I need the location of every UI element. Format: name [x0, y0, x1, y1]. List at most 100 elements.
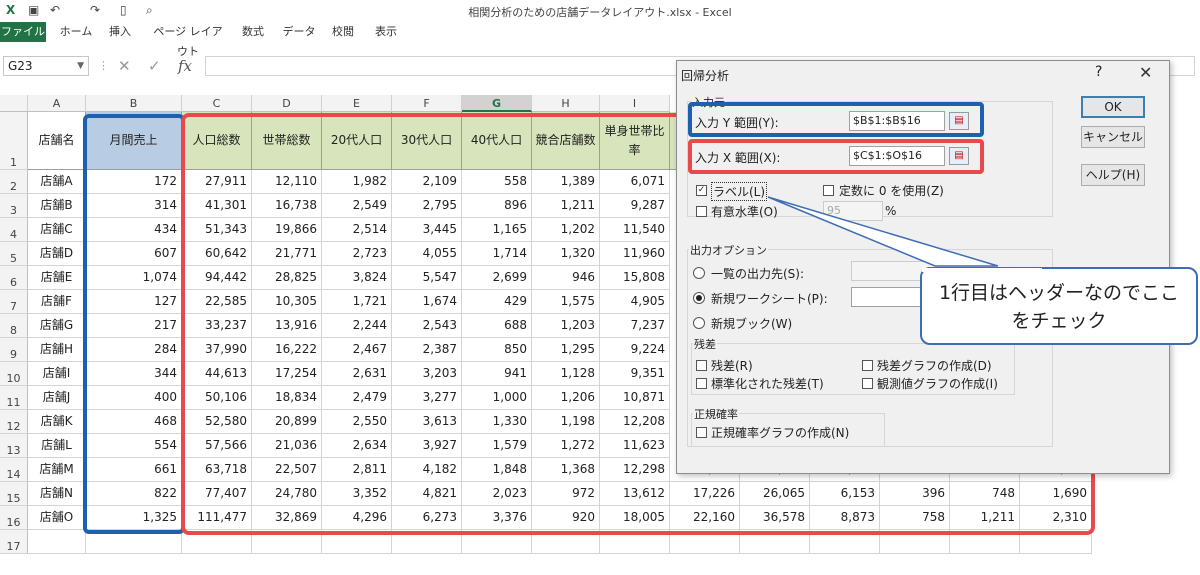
- row-header-10[interactable]: 10: [0, 362, 28, 386]
- std-residuals-label[interactable]: 標準化された残差(T): [711, 375, 824, 392]
- tab-view[interactable]: 表示: [372, 22, 400, 42]
- store-name-cell[interactable]: 店舗I: [28, 362, 86, 386]
- std-residuals-checkbox[interactable]: [696, 378, 707, 389]
- row-header-9[interactable]: 9: [0, 338, 28, 362]
- callout-seam: [922, 268, 1042, 272]
- cancel-entry-icon[interactable]: ✕: [118, 56, 131, 76]
- y-range-highlight: [83, 114, 185, 534]
- store-name-cell[interactable]: 店舗N: [28, 482, 86, 506]
- row-header-17[interactable]: 17: [0, 530, 28, 554]
- column-header-a[interactable]: A: [28, 95, 86, 112]
- labels-checkbox[interactable]: ✓: [696, 185, 707, 196]
- tab-review[interactable]: 校閲: [330, 22, 356, 42]
- store-name-cell[interactable]: 店舗J: [28, 386, 86, 410]
- store-name-cell[interactable]: 店舗B: [28, 194, 86, 218]
- row-header-5[interactable]: 5: [0, 242, 28, 266]
- tab-home[interactable]: ホーム: [56, 22, 96, 42]
- chevron-down-icon[interactable]: ▼: [77, 57, 84, 75]
- callout-note: 1行目はヘッダーなのでここ をチェック: [920, 267, 1198, 345]
- store-name-cell[interactable]: 店舗A: [28, 170, 86, 194]
- residuals-label[interactable]: 残差(R): [711, 357, 753, 374]
- store-name-cell[interactable]: 店舗D: [28, 242, 86, 266]
- percent-label: %: [885, 204, 897, 218]
- help-icon[interactable]: ?: [1095, 64, 1102, 80]
- column-header-b[interactable]: B: [86, 95, 182, 112]
- normal-prob-group-label: 正規確率: [693, 406, 739, 422]
- row-header-2[interactable]: 2: [0, 170, 28, 194]
- store-name-cell[interactable]: 店舗O: [28, 506, 86, 530]
- normal-plot-label[interactable]: 正規確率グラフの作成(N): [711, 424, 849, 441]
- row-header-13[interactable]: 13: [0, 434, 28, 458]
- residual-plot-checkbox[interactable]: [862, 360, 873, 371]
- store-name-cell[interactable]: 店舗H: [28, 338, 86, 362]
- name-box[interactable]: G23 ▼: [3, 56, 89, 76]
- new-book-radio[interactable]: [693, 317, 705, 329]
- new-sheet-radio[interactable]: [693, 292, 705, 304]
- column-header-d[interactable]: D: [252, 95, 322, 112]
- output-range-radio[interactable]: [693, 267, 705, 279]
- row-header-7[interactable]: 7: [0, 290, 28, 314]
- residuals-checkbox[interactable]: [696, 360, 707, 371]
- tab-formulas[interactable]: 数式: [238, 22, 268, 42]
- tab-data[interactable]: データ: [282, 22, 316, 42]
- empty-cell[interactable]: [28, 530, 86, 554]
- title-bar: X ▣ ↶ ↷ ▯ ⌕ 相関分析のための店舗データレイアウト.xlsx - Ex…: [0, 0, 1200, 22]
- row-header-11[interactable]: 11: [0, 386, 28, 410]
- store-name-cell[interactable]: 店舗F: [28, 290, 86, 314]
- close-icon[interactable]: ✕: [1139, 63, 1152, 82]
- x-range-annotation: [688, 139, 984, 174]
- column-header-c[interactable]: C: [182, 95, 252, 112]
- confidence-input[interactable]: 95: [823, 201, 883, 221]
- select-all-corner[interactable]: [0, 95, 28, 112]
- ok-button[interactable]: OK: [1081, 96, 1145, 118]
- column-header-i[interactable]: I: [600, 95, 670, 112]
- window-title: 相関分析のための店舗データレイアウト.xlsx - Excel: [468, 6, 732, 19]
- store-name-cell[interactable]: 店舗M: [28, 458, 86, 482]
- new-book-label[interactable]: 新規ブック(W): [711, 315, 792, 332]
- labels-checkbox-label[interactable]: ラベル(L): [711, 182, 768, 201]
- store-name-cell[interactable]: 店舗K: [28, 410, 86, 434]
- row-header-12[interactable]: 12: [0, 410, 28, 434]
- output-group-label: 出力オプション: [689, 242, 768, 258]
- insert-function-icon[interactable]: fx: [178, 56, 192, 76]
- tab-file[interactable]: ファイル: [0, 22, 46, 42]
- more-icon: ⋮: [98, 59, 109, 72]
- store-name-cell[interactable]: 店舗E: [28, 266, 86, 290]
- header-cell[interactable]: 店舗名: [28, 112, 86, 170]
- column-header-f[interactable]: F: [392, 95, 462, 112]
- normal-plot-checkbox[interactable]: [696, 427, 707, 438]
- tab-page-layout[interactable]: ページ レイアウト: [148, 22, 228, 58]
- tab-insert[interactable]: 挿入: [104, 22, 136, 42]
- row-header-4[interactable]: 4: [0, 218, 28, 242]
- callout-line-2: をチェック: [1011, 310, 1107, 332]
- store-name-cell[interactable]: 店舗G: [28, 314, 86, 338]
- new-sheet-label[interactable]: 新規ワークシート(P):: [711, 290, 828, 307]
- cancel-button[interactable]: キャンセル: [1081, 126, 1145, 148]
- row-header-15[interactable]: 15: [0, 482, 28, 506]
- output-range-label[interactable]: 一覧の出力先(S):: [711, 265, 804, 282]
- line-fit-plot-checkbox[interactable]: [862, 378, 873, 389]
- column-header-g[interactable]: G: [462, 95, 532, 112]
- row-header-1[interactable]: 1: [0, 112, 28, 170]
- line-fit-plot-label[interactable]: 観測値グラフの作成(I): [877, 375, 998, 392]
- const-zero-label[interactable]: 定数に 0 を使用(Z): [839, 182, 944, 199]
- row-header-14[interactable]: 14: [0, 458, 28, 482]
- store-name-cell[interactable]: 店舗C: [28, 218, 86, 242]
- row-header-3[interactable]: 3: [0, 194, 28, 218]
- residual-plot-label[interactable]: 残差グラフの作成(D): [877, 357, 992, 374]
- column-header-e[interactable]: E: [322, 95, 392, 112]
- row-header-16[interactable]: 16: [0, 506, 28, 530]
- row-header-6[interactable]: 6: [0, 266, 28, 290]
- callout-line-1: 1行目はヘッダーなのでここ: [938, 282, 1180, 304]
- confirm-entry-icon[interactable]: ✓: [148, 56, 161, 76]
- ribbon-tabs: ファイル ホーム 挿入 ページ レイアウト 数式 データ 校閲 表示: [0, 22, 1200, 58]
- const-zero-checkbox[interactable]: [823, 185, 834, 196]
- dialog-title: 回帰分析: [681, 69, 730, 83]
- help-button[interactable]: ヘルプ(H): [1081, 164, 1145, 186]
- residual-group-label: 残差: [693, 336, 717, 352]
- row-header-8[interactable]: 8: [0, 314, 28, 338]
- confidence-label[interactable]: 有意水準(O): [711, 203, 778, 220]
- column-header-h[interactable]: H: [532, 95, 600, 112]
- confidence-checkbox[interactable]: [696, 206, 707, 217]
- store-name-cell[interactable]: 店舗L: [28, 434, 86, 458]
